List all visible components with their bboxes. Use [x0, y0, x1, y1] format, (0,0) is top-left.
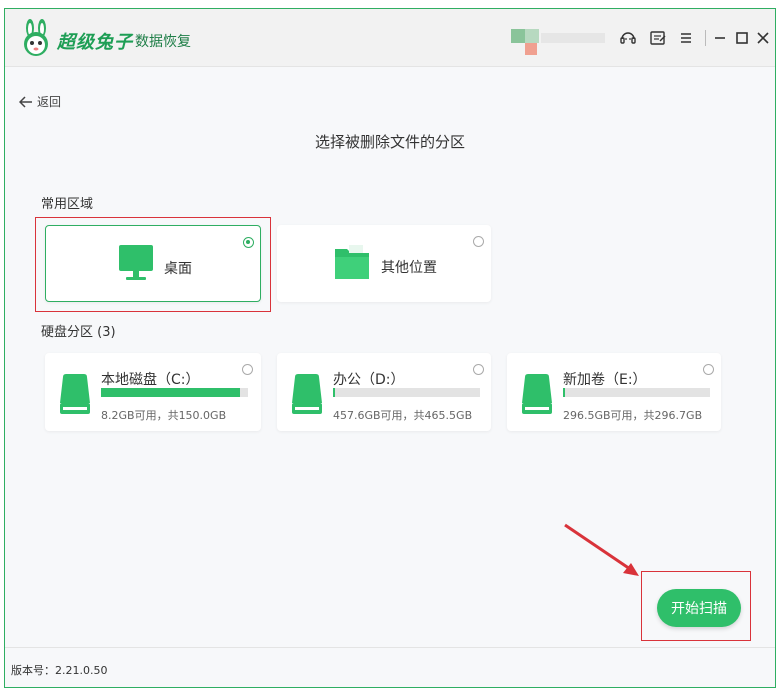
folder-icon: [335, 245, 369, 279]
close-icon[interactable]: [752, 27, 774, 49]
radio-unselected[interactable]: [242, 364, 253, 375]
minimize-icon[interactable]: [709, 27, 731, 49]
common-area-label: 常用区域: [41, 197, 94, 212]
drive-card-e[interactable]: 新加卷（E:） 296.5GB可用，共296.7GB: [507, 353, 721, 431]
usage-bar-fill: [101, 388, 240, 397]
drive-capacity: 8.2GB可用，共150.0GB: [101, 409, 227, 422]
annotation-arrow: [564, 523, 639, 576]
usage-bar: [333, 388, 480, 397]
brand-subtitle: 数据恢复: [135, 34, 191, 50]
radio-unselected[interactable]: [473, 236, 484, 247]
usage-bar: [101, 388, 248, 397]
radio-selected[interactable]: [243, 237, 254, 248]
arrow-left-icon: [19, 95, 32, 108]
drive-capacity: 457.6GB可用，共465.5GB: [333, 409, 473, 422]
location-card-other[interactable]: 其他位置: [277, 225, 491, 302]
title-bar: 超级兔子 数据恢复: [5, 9, 775, 67]
titlebar-separator: [705, 30, 706, 46]
hard-drive-icon: [522, 374, 552, 414]
menu-icon[interactable]: [675, 27, 697, 49]
location-label: 桌面: [164, 261, 192, 277]
drive-name: 办公（D:）: [333, 372, 405, 388]
maximize-icon[interactable]: [731, 27, 753, 49]
location-label: 其他位置: [381, 260, 437, 276]
start-scan-button[interactable]: 开始扫描: [657, 589, 741, 627]
user-avatar-blurred[interactable]: [511, 29, 605, 55]
app-window: 超级兔子 数据恢复 返回 选择被删除文件的分区 常用区域 桌面 其他位置 硬盘分…: [4, 8, 776, 688]
brand-name: 超级兔子: [57, 32, 133, 53]
usage-bar: [563, 388, 710, 397]
feedback-icon[interactable]: [647, 27, 669, 49]
hard-drive-icon: [292, 374, 322, 414]
back-label: 返回: [37, 95, 62, 109]
usage-bar-fill: [563, 388, 565, 397]
drive-card-d[interactable]: 办公（D:） 457.6GB可用，共465.5GB: [277, 353, 491, 431]
disk-partitions-label: 硬盘分区 (3): [41, 325, 116, 340]
back-button[interactable]: 返回: [19, 93, 61, 110]
drive-card-c[interactable]: 本地磁盘（C:） 8.2GB可用，共150.0GB: [45, 353, 261, 431]
hard-drive-icon: [60, 374, 90, 414]
monitor-icon: [119, 245, 153, 280]
status-bar: 版本号：2.21.0.50: [5, 647, 775, 687]
location-card-desktop[interactable]: 桌面: [45, 225, 261, 302]
headset-icon[interactable]: [617, 27, 639, 49]
version-label: 版本号：2.21.0.50: [11, 664, 108, 677]
drive-name: 新加卷（E:）: [563, 372, 647, 388]
radio-unselected[interactable]: [473, 364, 484, 375]
drive-name: 本地磁盘（C:）: [101, 372, 200, 388]
rabbit-logo-icon: [24, 19, 48, 56]
drive-capacity: 296.5GB可用，共296.7GB: [563, 409, 703, 422]
usage-bar-fill: [333, 388, 336, 397]
radio-unselected[interactable]: [703, 364, 714, 375]
page-title: 选择被删除文件的分区: [314, 133, 465, 151]
